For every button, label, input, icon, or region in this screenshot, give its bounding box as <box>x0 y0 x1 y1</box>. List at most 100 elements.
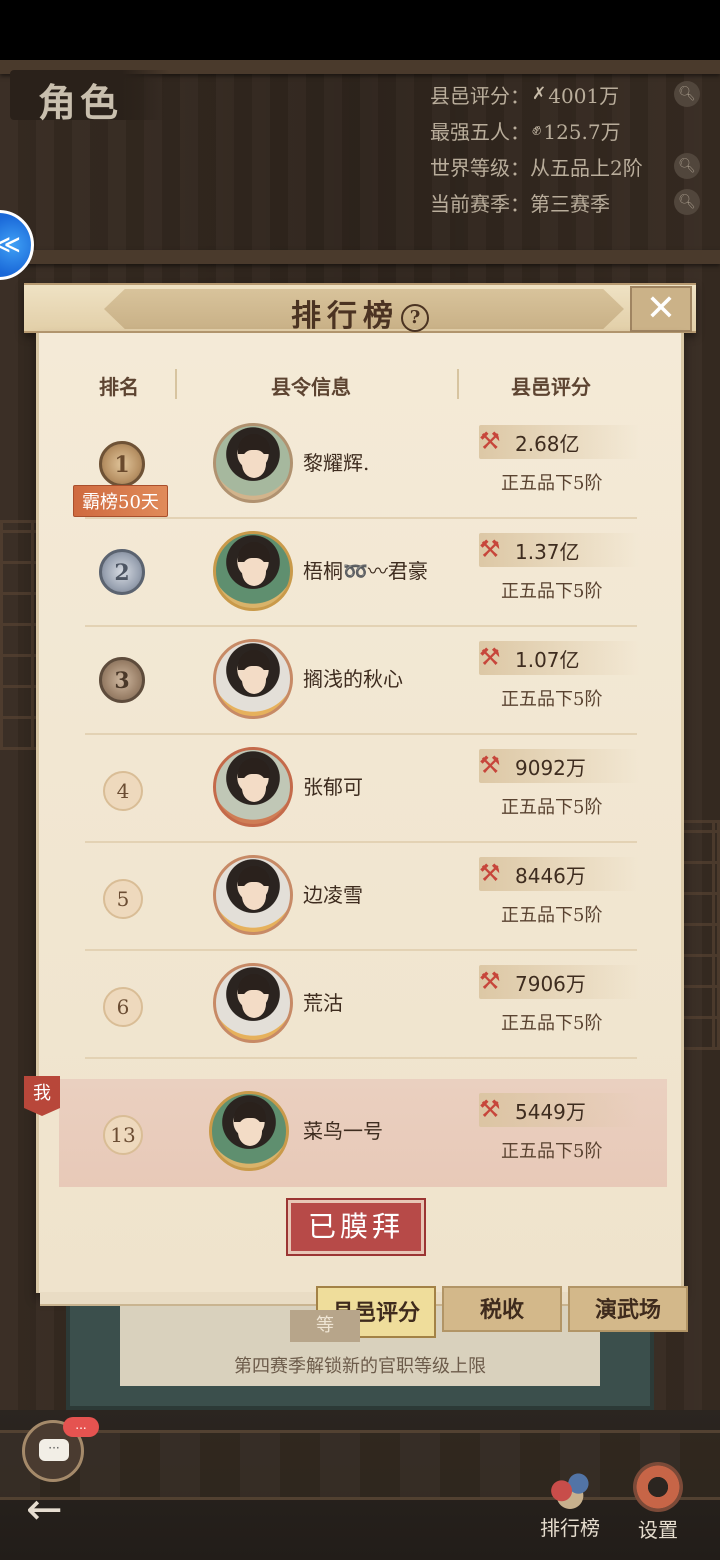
silver-medal-icon: 2 <box>99 549 145 595</box>
ranking-panel-header: 排行榜? <box>24 283 696 334</box>
score-box: ⚒ 2.68亿 <box>479 425 639 459</box>
score-box: ⚒ 9092万 <box>479 749 639 783</box>
nav-ranking[interactable]: 排行榜 <box>530 1462 610 1541</box>
player-score: 1.37亿 <box>515 540 580 564</box>
avatar-face <box>242 990 266 1018</box>
crossed-tools-icon: ⚒ <box>479 643 501 671</box>
notice-text: 第四赛季解锁新的官职等级上限 <box>234 1356 486 1377</box>
stat-label: 最强五人： <box>430 119 530 144</box>
player-grade: 正五品下5阶 <box>501 689 603 710</box>
player-name: 搁浅的秋心 <box>303 667 403 691</box>
column-headers: 排名 县令信息 县邑评分 <box>39 357 687 413</box>
stat-current-season: 当前赛季： 第三赛季 🔍︎ <box>430 184 710 220</box>
player-grade: 正五品下5阶 <box>501 581 603 602</box>
player-grade: 正五品下5阶 <box>501 473 603 494</box>
worship-button[interactable]: 已膜拜 <box>288 1200 424 1254</box>
player-name: 菜鸟一号 <box>303 1119 383 1143</box>
ranking-row[interactable]: 1 霸榜50天 黎耀辉. ⚒ 2.68亿 正五品下5阶 <box>73 411 639 519</box>
stat-label: 世界等级： <box>430 155 530 180</box>
player-grade: 正五品下5阶 <box>501 1141 603 1162</box>
menu-arrow-icon: ≪ <box>0 230 21 260</box>
player-avatar[interactable] <box>213 855 293 935</box>
player-score: 7906万 <box>515 972 586 996</box>
player-avatar[interactable] <box>213 639 293 719</box>
search-icon[interactable]: 🔍︎ <box>674 81 700 107</box>
my-ranking-row[interactable]: 13 菜鸟一号 ⚒ 5449万 正五品下5阶 <box>59 1079 667 1187</box>
search-icon[interactable]: 🔍︎ <box>674 153 700 179</box>
player-avatar[interactable] <box>213 423 293 503</box>
stat-value: 第三赛季 <box>530 191 610 216</box>
column-magistrate-info: 县令信息 <box>271 375 351 399</box>
avatar-face <box>242 774 266 802</box>
status-bar <box>0 0 720 60</box>
player-grade: 正五品下5阶 <box>501 797 603 818</box>
ranking-icon <box>542 1462 598 1510</box>
bottom-trim <box>0 1430 720 1500</box>
close-button[interactable]: ✕ <box>630 286 692 332</box>
player-avatar[interactable] <box>213 531 293 611</box>
player-grade: 正五品下5阶 <box>501 1013 603 1034</box>
gold-medal-icon: 1 <box>99 441 145 487</box>
stat-value: 从五品上2阶 <box>530 155 643 180</box>
player-name: 梧桐➿〰君豪 <box>303 559 428 583</box>
stat-value: 4001万 <box>548 83 620 108</box>
crossed-tools-icon: ⚒ <box>479 967 501 995</box>
player-avatar[interactable] <box>213 747 293 827</box>
nav-settings[interactable]: 设置 <box>618 1462 698 1543</box>
rank-number: 5 <box>103 879 143 919</box>
bottom-bar <box>0 1410 720 1560</box>
column-county-score: 县邑评分 <box>511 375 591 399</box>
player-score: 8446万 <box>515 864 586 888</box>
player-score: 9092万 <box>515 756 586 780</box>
player-grade: 正五品下5阶 <box>501 905 603 926</box>
score-box: ⚒ 7906万 <box>479 965 639 999</box>
column-divider <box>175 369 177 399</box>
player-avatar[interactable] <box>213 963 293 1043</box>
rank-number: 6 <box>103 987 143 1027</box>
notice-tag: 等 <box>290 1310 360 1342</box>
chat-notification-badge: ... <box>63 1417 99 1437</box>
stat-value: 125.7万 <box>543 119 621 144</box>
nav-settings-label: 设置 <box>638 1518 678 1542</box>
stats-panel: 县邑评分： ✗ 4001万 🔍︎ 最强五人： ✊︎ 125.7万 世界等级： 从… <box>430 76 710 220</box>
crossed-tools-icon: ⚒ <box>479 427 501 455</box>
ranking-tabs: 县邑评分 税收 演武场 <box>316 1286 694 1338</box>
player-name: 张郁可 <box>303 775 363 799</box>
ranking-row[interactable]: 2 梧桐➿〰君豪 ⚒ 1.37亿 正五品下5阶 <box>85 519 639 627</box>
ranking-row[interactable]: 4 张郁可 ⚒ 9092万 正五品下5阶 <box>85 735 639 843</box>
ranking-row[interactable]: 6 荒沽 ⚒ 7906万 正五品下5阶 <box>85 951 639 1059</box>
gear-icon <box>633 1462 683 1512</box>
tab-arena[interactable]: 演武场 <box>568 1286 688 1332</box>
ranking-row[interactable]: 5 边凌雪 ⚒ 8446万 正五品下5阶 <box>85 843 639 951</box>
fist-icon: ✊︎ <box>532 120 542 140</box>
score-box: ⚒ 5449万 <box>479 1093 639 1127</box>
score-box: ⚒ 1.07亿 <box>479 641 639 675</box>
player-name: 荒沽 <box>303 991 343 1015</box>
player-name: 黎耀辉. <box>303 451 370 475</box>
crossed-tools-icon: ⚒ <box>479 535 501 563</box>
crossed-tools-icon: ✗ <box>532 84 547 104</box>
chat-button[interactable]: ··· ... <box>22 1417 99 1482</box>
crossed-tools-icon: ⚒ <box>479 751 501 779</box>
avatar-face <box>242 450 266 478</box>
stat-label: 当前赛季： <box>430 191 530 216</box>
rank-number: 4 <box>103 771 143 811</box>
help-icon[interactable]: ? <box>401 304 429 332</box>
tab-tax[interactable]: 税收 <box>442 1286 562 1332</box>
beam <box>0 250 720 264</box>
player-score: 5449万 <box>515 1100 586 1124</box>
player-score: 2.68亿 <box>515 432 580 456</box>
avatar-face <box>238 1118 262 1146</box>
ranking-row[interactable]: 3 搁浅的秋心 ⚒ 1.07亿 正五品下5阶 <box>85 627 639 735</box>
score-box: ⚒ 8446万 <box>479 857 639 891</box>
page-title: 角色 <box>38 80 123 125</box>
score-box: ⚒ 1.37亿 <box>479 533 639 567</box>
player-avatar[interactable] <box>209 1091 289 1171</box>
page-title-banner: 角色 <box>10 70 170 125</box>
stat-label: 县邑评分： <box>430 83 530 108</box>
crossed-tools-icon: ⚒ <box>479 859 501 887</box>
search-icon[interactable]: 🔍︎ <box>674 189 700 215</box>
chat-bubble-icon: ··· <box>39 1439 69 1461</box>
column-divider <box>457 369 459 399</box>
back-arrow-icon[interactable]: ← <box>26 1484 63 1535</box>
